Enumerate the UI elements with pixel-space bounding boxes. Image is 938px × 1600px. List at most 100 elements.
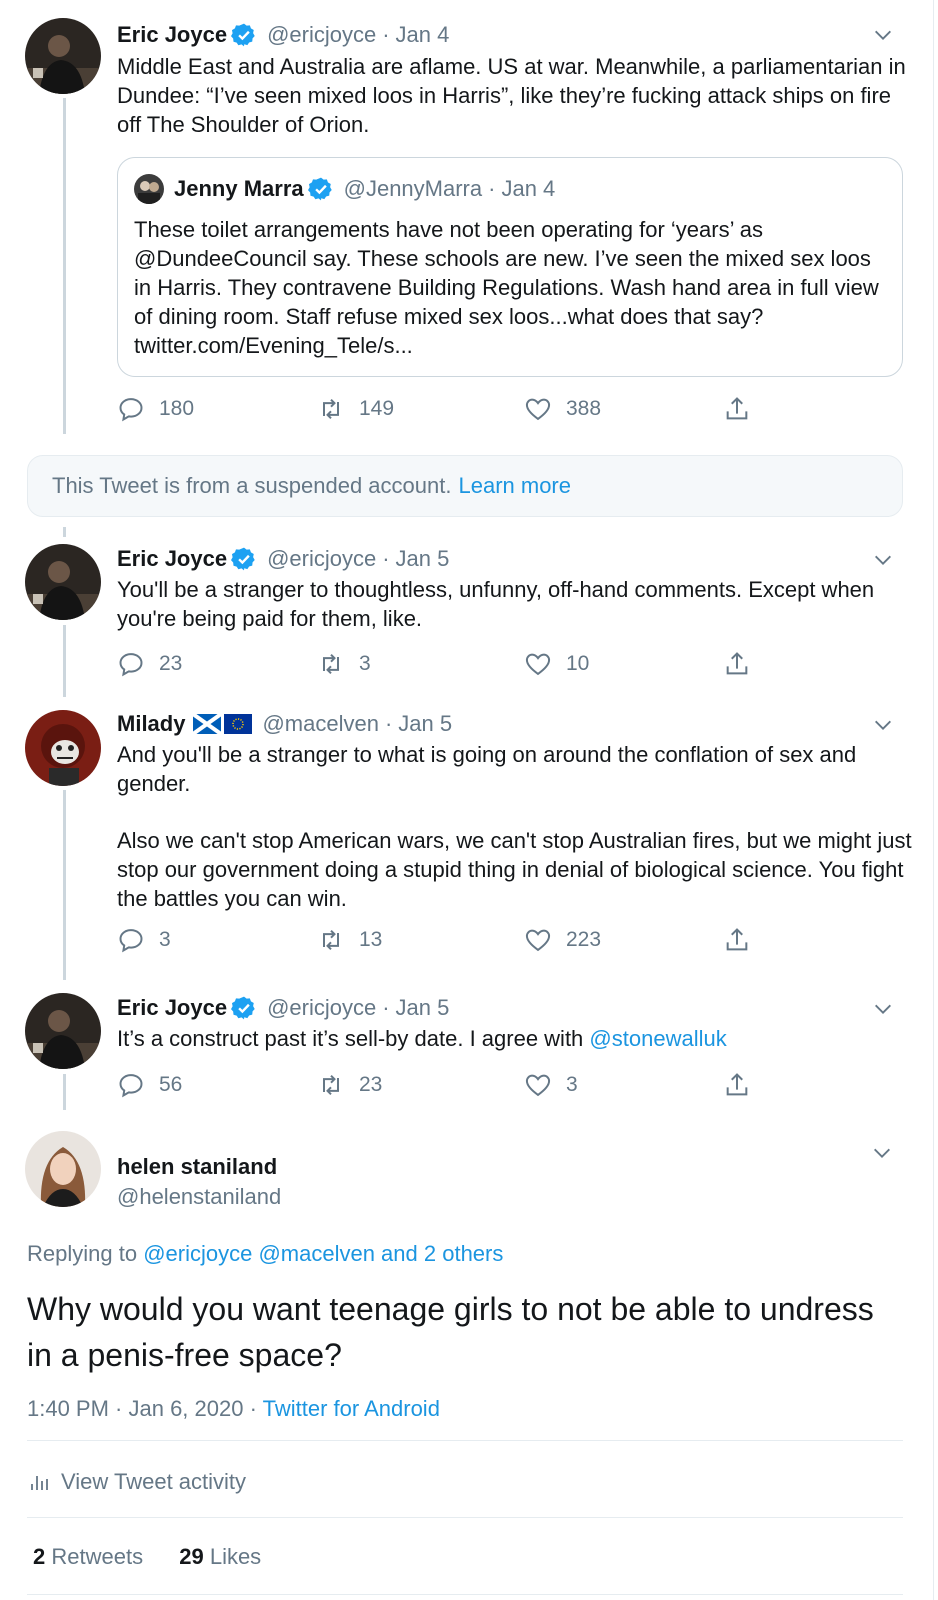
like-count: 388	[566, 397, 602, 420]
tweet-eric-joyce-jan5-b[interactable]: Eric Joyce @ericjoyce · Jan 5 It’s a con…	[0, 990, 934, 1125]
author-name[interactable]: Eric Joyce	[117, 22, 227, 48]
chevron-down-icon[interactable]	[872, 714, 894, 736]
share-button[interactable]	[723, 647, 765, 681]
quoted-tweet-text: These toilet arrangements have not been …	[134, 217, 879, 358]
separator-dot: ·	[384, 711, 393, 736]
reply-button[interactable]: 23	[117, 647, 182, 681]
chevron-down-icon[interactable]	[872, 998, 894, 1020]
retweet-button[interactable]: 23	[317, 1068, 382, 1102]
avatar-milady[interactable]	[25, 710, 101, 786]
author-name[interactable]: Eric Joyce	[117, 546, 227, 572]
retweets-label: Retweets	[51, 1544, 144, 1569]
retweet-count: 23	[359, 1073, 383, 1096]
tweet-header: Milady @macelven · Jan 5	[117, 709, 452, 739]
quoted-tweet[interactable]: Jenny Marra @JennyMarra · Jan 4 These to…	[117, 157, 903, 377]
author-handle[interactable]: @ericjoyce	[267, 22, 376, 48]
share-button[interactable]	[723, 392, 765, 426]
main-tweet-text: Why would you want teenage girls to not …	[27, 1291, 874, 1373]
retweet-button[interactable]: 149	[317, 392, 394, 426]
view-tweet-activity-button[interactable]: View Tweet activity	[27, 1467, 246, 1497]
tweet-date[interactable]: Jan 5	[396, 546, 450, 572]
tweet-eric-joyce-jan5-a[interactable]: Eric Joyce @ericjoyce · Jan 5 You'll be …	[0, 537, 934, 697]
retweet-count: 3	[359, 652, 371, 675]
separator-dot: ·	[488, 176, 496, 201]
retweet-button[interactable]: 3	[317, 647, 371, 681]
verified-badge-icon	[307, 176, 334, 202]
reply-icon	[119, 929, 143, 953]
like-button[interactable]: 10	[524, 647, 589, 681]
thread-line	[63, 98, 66, 434]
replying-to: Replying to @ericjoyce @macelven and 2 o…	[27, 1241, 503, 1267]
author-handle[interactable]: @ericjoyce	[267, 546, 376, 572]
like-button[interactable]: 3	[524, 1068, 578, 1102]
reply-count: 180	[159, 397, 195, 420]
avatar-eric-joyce[interactable]	[25, 544, 101, 620]
chevron-down-icon[interactable]	[872, 24, 894, 46]
like-count: 10	[566, 652, 590, 675]
retweets-stat[interactable]: 2 Retweets	[33, 1544, 143, 1569]
thread-line	[63, 790, 66, 980]
tweet-date[interactable]: Jan 5	[398, 711, 452, 737]
retweet-count: 13	[359, 928, 383, 951]
heart-icon	[525, 929, 551, 952]
tweet-stats: 2 Retweets 29 Likes	[33, 1544, 261, 1570]
reply-button[interactable]: 180	[117, 392, 194, 426]
tweet-text: You'll be a stranger to thoughtless, unf…	[117, 577, 875, 631]
likes-stat[interactable]: 29 Likes	[179, 1544, 261, 1569]
main-author-name[interactable]: helen staniland	[117, 1154, 277, 1180]
thread-line	[63, 625, 66, 697]
replying-to-links[interactable]: @ericjoyce @macelven and 2 others	[143, 1241, 503, 1266]
share-button[interactable]	[723, 1068, 765, 1102]
author-name[interactable]: Milady	[117, 711, 185, 737]
reply-count: 23	[159, 652, 183, 675]
quoted-tweet-header: Jenny Marra @JennyMarra · Jan 4	[134, 174, 555, 204]
like-button[interactable]: 223	[524, 923, 601, 957]
tweet-actions: 180 149 388	[117, 392, 777, 426]
tweet-text-paragraph-1: And you'll be a stranger to what is goin…	[117, 742, 857, 796]
reply-button[interactable]: 3	[117, 923, 171, 957]
share-button[interactable]	[723, 923, 765, 957]
divider	[27, 1440, 903, 1441]
separator-dot: ·	[382, 546, 390, 571]
tweet-date[interactable]: Jan 4	[396, 22, 450, 48]
chevron-down-icon[interactable]	[871, 1142, 893, 1164]
tweet-date[interactable]: Jan 5	[396, 995, 450, 1021]
heart-icon	[525, 653, 551, 676]
reply-icon	[119, 398, 143, 422]
likes-count: 29	[179, 1544, 204, 1569]
author-handle[interactable]: @macelven	[262, 711, 379, 737]
tweet-actions: 23 3 10	[117, 647, 777, 681]
like-count: 223	[566, 928, 602, 951]
main-author-handle[interactable]: @helenstaniland	[117, 1184, 281, 1210]
author-handle[interactable]: @ericjoyce	[267, 995, 376, 1021]
quoted-tweet-date: Jan 4	[501, 176, 556, 201]
retweet-button[interactable]: 13	[317, 923, 382, 957]
retweet-icon	[323, 398, 339, 420]
retweet-count: 149	[359, 397, 395, 420]
analytics-icon	[31, 1476, 48, 1490]
avatar-eric-joyce[interactable]	[25, 18, 101, 94]
tweet-timestamp[interactable]: 1:40 PM · Jan 6, 2020 ·	[27, 1396, 257, 1421]
verified-badge-icon	[231, 995, 257, 1021]
author-name[interactable]: Eric Joyce	[117, 995, 227, 1021]
learn-more-link[interactable]: Learn more	[458, 473, 571, 499]
reply-icon	[119, 653, 143, 677]
share-icon	[726, 928, 748, 951]
like-button[interactable]: 388	[524, 392, 601, 426]
tweet-actions: 3 13 223	[117, 923, 777, 957]
tweet-milady-jan5[interactable]: Milady @macelven · Jan 5 And you'll be a…	[0, 702, 934, 982]
heart-icon	[525, 1074, 551, 1097]
thread-line	[63, 1074, 66, 1110]
mention-link[interactable]: @stonewalluk	[589, 1026, 726, 1051]
chevron-down-icon[interactable]	[872, 549, 894, 571]
replying-prefix: Replying to	[27, 1241, 138, 1266]
reply-button[interactable]: 56	[117, 1068, 182, 1102]
separator-dot: ·	[382, 22, 390, 47]
tweet-header: Eric Joyce @ericjoyce · Jan 5	[117, 544, 449, 574]
tweet-eric-joyce-jan4[interactable]: Eric Joyce @ericjoyce · Jan 4 Middle Eas…	[0, 0, 934, 445]
avatar-eric-joyce[interactable]	[25, 993, 101, 1069]
avatar-jenny-marra	[134, 174, 164, 204]
avatar-helen-staniland[interactable]	[25, 1131, 101, 1207]
separator-dot: ·	[382, 995, 390, 1020]
tweet-source-link[interactable]: Twitter for Android	[263, 1396, 440, 1421]
